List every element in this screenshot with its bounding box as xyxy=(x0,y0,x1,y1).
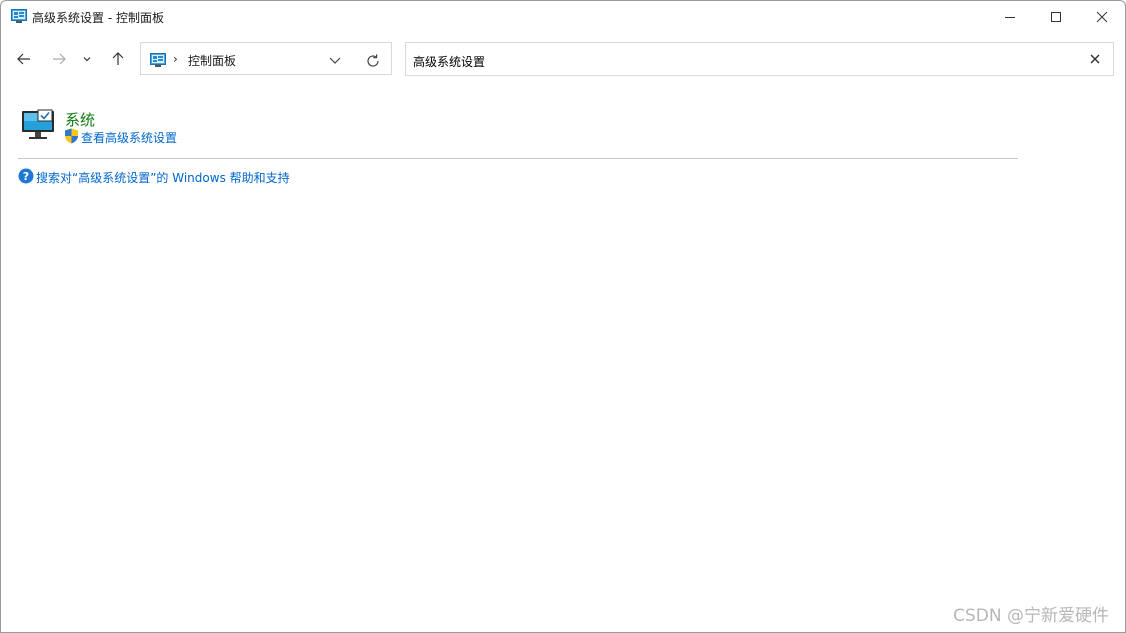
recent-locations-button[interactable] xyxy=(77,45,97,73)
view-advanced-settings-link[interactable]: 查看高级系统设置 xyxy=(81,129,177,146)
control-panel-icon xyxy=(150,53,166,67)
chevron-down-icon xyxy=(83,57,91,62)
results-divider xyxy=(18,158,1018,159)
control-panel-icon xyxy=(11,9,27,23)
search-input[interactable]: 高级系统设置 xyxy=(405,42,1114,76)
minimize-icon xyxy=(1005,16,1015,18)
up-button[interactable] xyxy=(105,45,131,73)
svg-text:?: ? xyxy=(23,170,29,183)
address-bar[interactable]: › 控制面板 xyxy=(140,42,392,75)
title-bar[interactable]: 高级系统设置 - 控制面板 xyxy=(1,1,1125,33)
minimize-button[interactable] xyxy=(987,1,1033,32)
help-icon: ? xyxy=(18,168,34,184)
close-button[interactable] xyxy=(1079,1,1125,32)
maximize-button[interactable] xyxy=(1033,1,1079,32)
window-title: 高级系统设置 - 控制面板 xyxy=(32,11,164,25)
breadcrumb-separator[interactable]: › xyxy=(173,52,178,66)
arrow-left-icon xyxy=(17,53,30,65)
breadcrumb-control-panel[interactable]: 控制面板 xyxy=(188,52,236,69)
system-monitor-icon[interactable] xyxy=(21,109,55,141)
arrow-up-icon xyxy=(112,52,124,65)
search-query[interactable]: 高级系统设置 xyxy=(413,53,485,70)
result-category-system[interactable]: 系统 xyxy=(65,109,95,130)
windows-help-search-link[interactable]: 搜索对“高级系统设置”的 Windows 帮助和支持 xyxy=(36,169,290,186)
clear-search-icon[interactable] xyxy=(1089,53,1101,65)
back-button[interactable] xyxy=(11,45,37,73)
maximize-icon xyxy=(1051,11,1061,22)
control-panel-window: 高级系统设置 - 控制面板 › 控制面板 高级系统设置 系统 查看高级系统设置 … xyxy=(0,0,1126,633)
close-icon xyxy=(1096,11,1108,22)
forward-button[interactable] xyxy=(46,45,72,73)
refresh-icon[interactable] xyxy=(364,52,382,70)
arrow-right-icon xyxy=(53,53,66,65)
chevron-down-icon[interactable] xyxy=(327,52,343,68)
uac-shield-icon xyxy=(65,128,78,144)
watermark-text: CSDN @宁新爱硬件 xyxy=(953,606,1109,626)
